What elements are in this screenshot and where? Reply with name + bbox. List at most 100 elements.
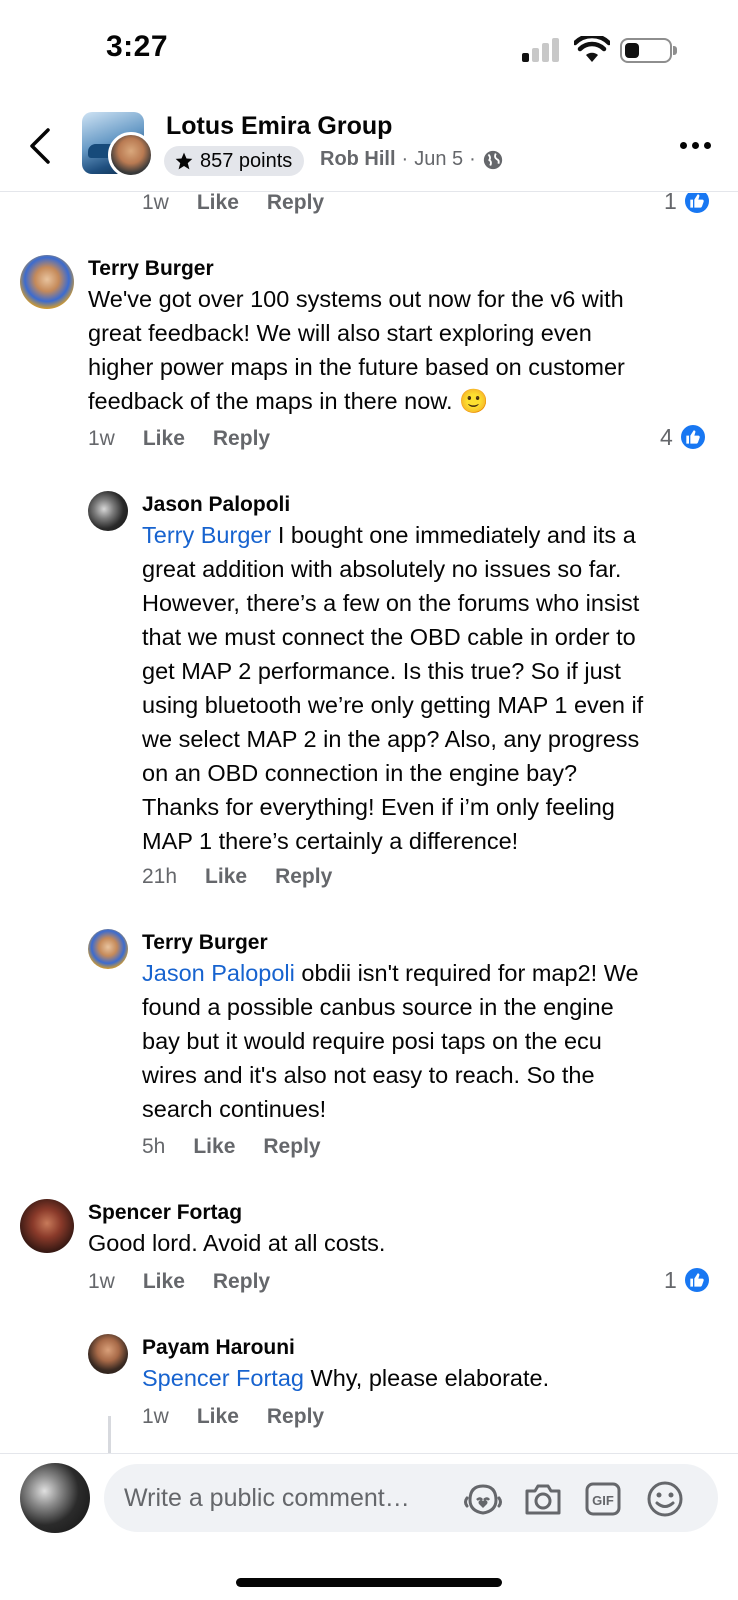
comment-text: Why, please elaborate. — [303, 1365, 550, 1391]
camera-icon[interactable] — [522, 1478, 564, 1520]
points-badge[interactable]: 857 points — [164, 146, 305, 176]
like-button[interactable]: Like — [143, 1270, 185, 1294]
cellular-signal-icon — [522, 38, 562, 62]
post-date[interactable]: Jun 5 — [414, 148, 463, 171]
comment-line: we select MAP 2 in the app? Also, any pr… — [142, 726, 640, 752]
comment-line: on an OBD connection in the engine bay? — [142, 760, 578, 786]
comment-line: Spencer Fortag Why, please elaborate. — [142, 1361, 712, 1395]
comment-body: Jason Palopoli obdii isn't required for … — [142, 956, 712, 1126]
reaction-count[interactable]: 1 — [664, 193, 711, 215]
commenter-name[interactable]: Jason Palopoli — [142, 493, 290, 517]
comment-actions: 21h Like Reply — [142, 865, 332, 889]
comment-line: Thanks for everything! Even if i’m only … — [142, 794, 615, 820]
comment-line: Good lord. Avoid at all costs. — [88, 1230, 386, 1256]
mention-link[interactable]: Terry Burger — [142, 522, 271, 548]
comment-line: MAP 1 there’s certainly a difference! — [142, 828, 519, 854]
comment-line: using bluetooth we’re only getting MAP 1… — [142, 692, 644, 718]
comment-line: that we must connect the OBD cable in or… — [142, 624, 636, 650]
like-button[interactable]: Like — [197, 1405, 239, 1429]
status-bar: 3:27 — [0, 0, 738, 100]
comment-actions: 1w Like Reply — [88, 1270, 270, 1294]
like-button[interactable]: Like — [143, 427, 185, 451]
globe-icon — [483, 150, 502, 169]
comment-body: Spencer Fortag Why, please elaborate. — [142, 1361, 712, 1395]
reply-button[interactable]: Reply — [263, 1135, 320, 1159]
reply-button[interactable]: Reply — [213, 427, 270, 451]
gif-icon[interactable]: GIF — [582, 1478, 624, 1520]
commenter-name[interactable]: Terry Burger — [88, 257, 214, 281]
more-options-button[interactable] — [680, 142, 711, 149]
comment-line: higher power maps in the future based on… — [88, 354, 625, 380]
reply-button[interactable]: Reply — [267, 193, 324, 215]
post-header: Lotus Emira Group 857 points Rob Hill · … — [0, 100, 738, 192]
mention-link[interactable]: Spencer Fortag — [142, 1365, 304, 1391]
comment-actions: 1w Like Reply — [142, 193, 324, 215]
commenter-avatar[interactable] — [20, 255, 74, 309]
comment-placeholder: Write a public comment… — [124, 1484, 410, 1512]
comment-input[interactable]: Write a public comment… GIF — [104, 1464, 718, 1532]
like-button[interactable]: Like — [197, 193, 239, 215]
comment-line: We've got over 100 systems out now for t… — [88, 286, 624, 312]
commenter-name[interactable]: Terry Burger — [142, 931, 268, 955]
comment-line: found a possible canbus source in the en… — [142, 994, 614, 1020]
thumbs-up-icon — [682, 1266, 711, 1294]
battery-icon — [620, 38, 672, 63]
reply-button[interactable]: Reply — [267, 1405, 324, 1429]
comment-actions: 1w Like Reply — [142, 1405, 324, 1429]
reaction-count[interactable]: 4 — [660, 423, 707, 451]
home-indicator[interactable] — [236, 1578, 502, 1587]
comment-line: great feedback! We will also start explo… — [88, 320, 592, 346]
mention-link[interactable]: Jason Palopoli — [142, 960, 295, 986]
commenter-name[interactable]: Payam Harouni — [142, 1336, 295, 1360]
comment-line: get MAP 2 performance. Is this true? So … — [142, 658, 621, 684]
comments-feed[interactable]: 1w Like Reply 1 Terry Burger We've got o… — [0, 193, 738, 1453]
post-meta: Rob Hill · Jun 5 · — [320, 148, 504, 171]
comment-text: I bought one immediately and its a — [271, 522, 636, 548]
meta-separator: · — [401, 148, 409, 170]
like-button[interactable]: Like — [205, 865, 247, 889]
commenter-avatar[interactable] — [20, 1199, 74, 1253]
comment-line: search continues! — [142, 1096, 327, 1122]
author-name[interactable]: Rob Hill — [320, 148, 396, 171]
reply-button[interactable]: Reply — [213, 1270, 270, 1294]
comment-time[interactable]: 5h — [142, 1135, 165, 1159]
svg-text:GIF: GIF — [592, 1493, 614, 1508]
commenter-avatar[interactable] — [88, 491, 128, 531]
comment-time[interactable]: 21h — [142, 865, 177, 889]
comment-line: bay but it would require posi taps on th… — [142, 1028, 602, 1054]
comment-line: wires and it's also not easy to reach. S… — [142, 1062, 595, 1088]
like-button[interactable]: Like — [193, 1135, 235, 1159]
avatar-sticker-icon[interactable] — [462, 1478, 504, 1520]
reply-button[interactable]: Reply — [275, 865, 332, 889]
comment-time[interactable]: 1w — [142, 193, 169, 215]
comment-actions: 1w Like Reply — [88, 427, 270, 451]
comment-line: However, there’s a few on the forums who… — [142, 590, 640, 616]
my-avatar[interactable] — [20, 1463, 90, 1533]
wifi-icon — [574, 36, 610, 62]
comment-time[interactable]: 1w — [88, 427, 115, 451]
reaction-number: 1 — [664, 1266, 677, 1293]
comment-line: great addition with absolutely no issues… — [142, 556, 622, 582]
comment-actions: 5h Like Reply — [142, 1135, 321, 1159]
star-icon — [175, 152, 193, 170]
back-button[interactable] — [22, 124, 58, 168]
comment-text: obdii isn't required for map2! We — [294, 960, 639, 986]
comment-line: Jason Palopoli obdii isn't required for … — [142, 956, 712, 990]
reaction-number: 4 — [660, 423, 673, 450]
comment-composer: Write a public comment… GIF — [0, 1453, 738, 1553]
emoji-icon[interactable] — [644, 1478, 686, 1520]
group-name[interactable]: Lotus Emira Group — [166, 112, 392, 141]
comment-line: feedback of the maps in there now. 🙂 — [88, 388, 489, 414]
reply-thread-line — [108, 1416, 111, 1456]
reaction-count[interactable]: 1 — [664, 1266, 711, 1294]
commenter-name[interactable]: Spencer Fortag — [88, 1201, 242, 1225]
comment-line: Terry Burger I bought one immediately an… — [142, 518, 712, 552]
commenter-avatar[interactable] — [88, 929, 128, 969]
commenter-avatar[interactable] — [88, 1334, 128, 1374]
meta-separator: · — [469, 148, 476, 170]
author-avatar[interactable] — [108, 132, 154, 178]
reaction-number: 1 — [664, 193, 677, 214]
comment-time[interactable]: 1w — [142, 1405, 169, 1429]
thumbs-up-icon — [682, 193, 711, 215]
comment-time[interactable]: 1w — [88, 1270, 115, 1294]
